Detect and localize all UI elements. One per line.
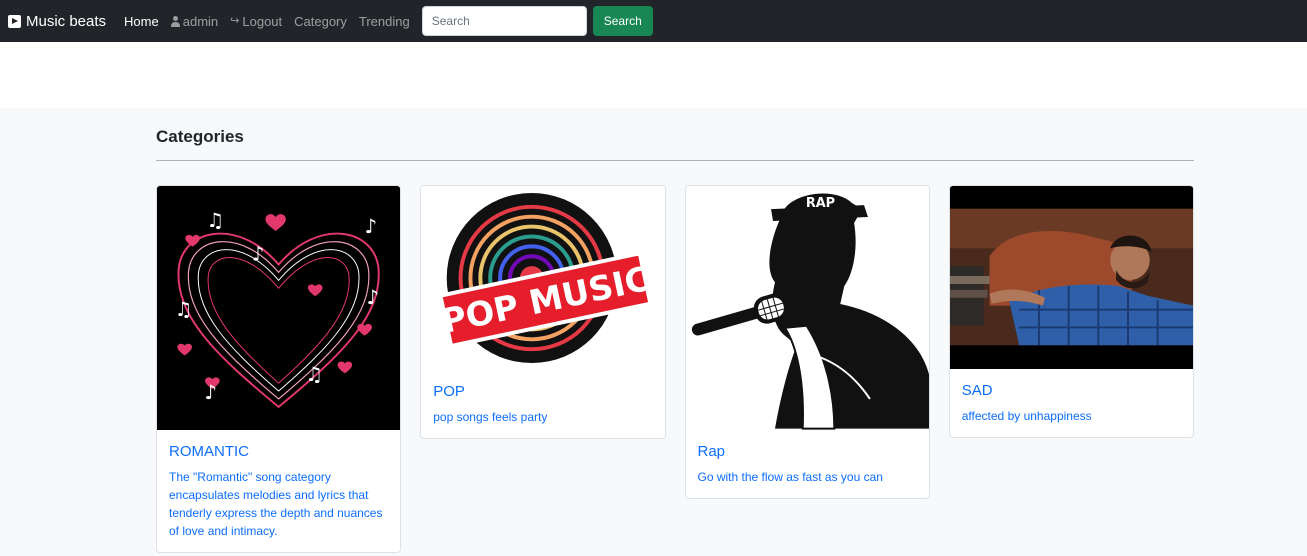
category-title[interactable]: Rap	[698, 443, 917, 460]
svg-text:♫: ♫	[206, 209, 224, 232]
svg-text:♫: ♫	[175, 298, 193, 321]
nav-trending-label: Trending	[358, 13, 410, 29]
sad-man-photo-image	[949, 186, 1193, 369]
category-card-pop[interactable]: POP MUSIC POP pop songs feels party	[420, 185, 666, 439]
brand-link[interactable]: Music beats	[8, 13, 106, 30]
category-card-rap[interactable]: RAP Rap Go with the flow as fast as you …	[684, 185, 930, 499]
nav-category[interactable]: Category	[294, 14, 347, 29]
category-card-romantic[interactable]: ♫ ♪ ♫ ♪ ♫ ♪ ♪ ROMANTIC The "Romantic" so…	[156, 185, 402, 553]
romantic-heart-image: ♫ ♪ ♫ ♪ ♫ ♪ ♪	[157, 186, 401, 430]
nav-category-label: Category	[294, 13, 347, 29]
romantic-card-body: ROMANTIC The "Romantic" song category en…	[157, 430, 400, 552]
nav-trending[interactable]: Trending	[359, 14, 410, 29]
title-divider	[156, 160, 1194, 161]
svg-text:♪: ♪	[365, 215, 378, 238]
search-input[interactable]	[421, 6, 587, 36]
user-icon	[170, 15, 180, 27]
nav-home[interactable]: Home	[124, 14, 159, 29]
svg-text:♪: ♪	[252, 243, 265, 266]
svg-text:♫: ♫	[305, 363, 323, 386]
nav-logout[interactable]: ↪ Logout	[230, 14, 282, 29]
sad-card-body: SAD affected by unhappiness	[950, 369, 1193, 437]
header-spacer	[0, 42, 1307, 108]
category-description: Go with the flow as fast as you can	[697, 470, 883, 484]
category-cards: ♫ ♪ ♫ ♪ ♫ ♪ ♪ ROMANTIC The "Romantic" so…	[156, 185, 1194, 553]
nav-logout-label: Logout	[242, 13, 283, 29]
nav-home-label: Home	[124, 13, 159, 29]
category-description: The "Romantic" song category encapsulate…	[169, 470, 383, 538]
category-title[interactable]: ROMANTIC	[169, 443, 388, 460]
search-button[interactable]: Search	[592, 6, 653, 36]
rapper-silhouette-image: RAP	[685, 186, 929, 430]
category-description: pop songs feels party	[433, 410, 548, 424]
categories-section: Categories ♫ ♪ ♫ ♪ ♫ ♪ ♪ ROMANTIC The "R…	[156, 127, 1194, 553]
page-title: Categories	[156, 127, 244, 146]
logout-icon: ↪	[230, 14, 240, 27]
svg-text:♪: ♪	[204, 381, 217, 404]
category-title[interactable]: SAD	[962, 382, 1181, 399]
category-description: affected by unhappiness	[961, 409, 1092, 423]
rap-card-body: Rap Go with the flow as fast as you can	[686, 430, 929, 498]
pop-card-body: POP pop songs feels party	[421, 370, 664, 438]
svg-text:♪: ♪	[367, 286, 380, 309]
top-navbar: Music beats Home admin ↪ Logout Category…	[0, 0, 1307, 42]
nav-user[interactable]: admin	[170, 13, 219, 29]
pop-music-logo-image: POP MUSIC	[421, 186, 665, 370]
play-icon	[8, 14, 21, 28]
category-card-sad[interactable]: SAD affected by unhappiness	[948, 185, 1194, 438]
nav-user-label: admin	[182, 13, 219, 29]
brand-name: Music beats	[26, 12, 107, 30]
category-title[interactable]: POP	[433, 383, 652, 400]
rap-cap-text: RAP	[805, 196, 834, 211]
